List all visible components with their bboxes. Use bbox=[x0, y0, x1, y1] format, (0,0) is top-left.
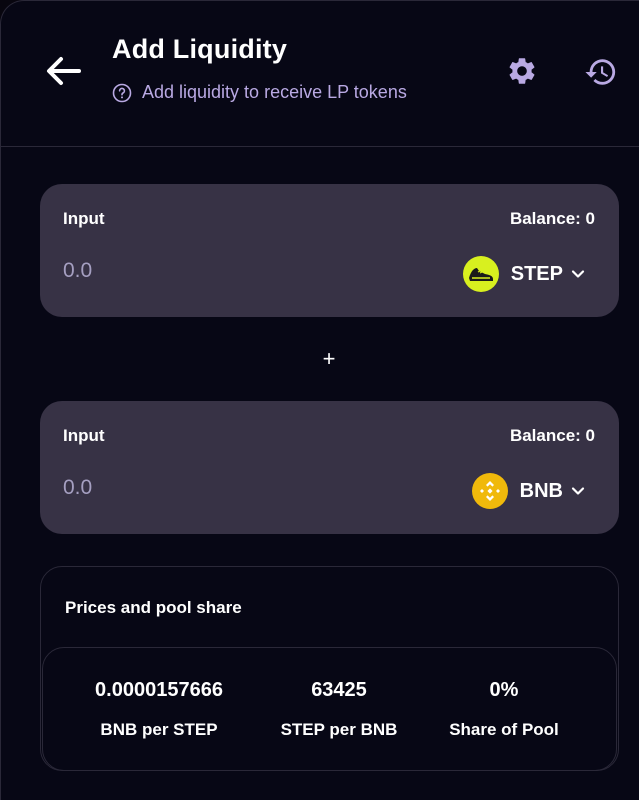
input-label: Input bbox=[63, 209, 105, 228]
back-arrow-icon bbox=[47, 57, 81, 85]
balance-text: Balance: 0 bbox=[509, 426, 595, 445]
stat-label: Share of Pool bbox=[449, 720, 559, 739]
help-circle-icon[interactable] bbox=[112, 83, 132, 103]
input-label: Input bbox=[63, 426, 105, 445]
stat-value: 0.0000157666 bbox=[95, 679, 223, 701]
token-name: STEP bbox=[510, 262, 563, 285]
settings-button[interactable] bbox=[506, 55, 538, 87]
history-button[interactable] bbox=[584, 55, 618, 89]
stat-label: STEP per BNB bbox=[280, 720, 398, 739]
token-input-card-2: Input Balance: 0 BNB bbox=[40, 401, 619, 534]
amount-input-1[interactable] bbox=[63, 259, 263, 283]
step-sneaker-icon bbox=[462, 256, 499, 292]
page-title: Add Liquidity bbox=[112, 34, 288, 64]
prices-stats: 0.0000157666 BNB per STEP 63425 STEP per… bbox=[42, 647, 617, 771]
token-input-card-1: Input Balance: 0 STEP bbox=[40, 184, 619, 317]
stat-value: 0% bbox=[489, 679, 519, 701]
subtitle-text: Add liquidity to receive LP tokens bbox=[142, 82, 407, 102]
history-icon bbox=[585, 59, 616, 85]
prices-and-pool-share: Prices and pool share 0.0000157666 BNB p… bbox=[40, 566, 619, 771]
token-select-bnb[interactable]: BNB bbox=[471, 473, 585, 509]
token-name: BNB bbox=[519, 479, 563, 502]
add-liquidity-panel: Add Liquidity Add liquidity to receive L… bbox=[0, 0, 639, 800]
amount-input-2[interactable] bbox=[63, 476, 263, 500]
token-select-step[interactable]: STEP bbox=[462, 256, 585, 292]
panel-header: Add Liquidity Add liquidity to receive L… bbox=[1, 1, 639, 147]
bnb-icon bbox=[471, 473, 508, 509]
plus-icon: + bbox=[322, 346, 336, 371]
chevron-down-icon bbox=[571, 270, 585, 278]
prices-title: Prices and pool share bbox=[65, 598, 242, 617]
stat-label: BNB per STEP bbox=[100, 720, 218, 739]
stat-value: 63425 bbox=[311, 679, 367, 701]
balance-text: Balance: 0 bbox=[509, 209, 595, 228]
back-button[interactable] bbox=[41, 49, 85, 93]
chevron-down-icon bbox=[571, 487, 585, 495]
gear-icon bbox=[509, 58, 535, 84]
page-subtitle: Add liquidity to receive LP tokens bbox=[112, 82, 407, 103]
